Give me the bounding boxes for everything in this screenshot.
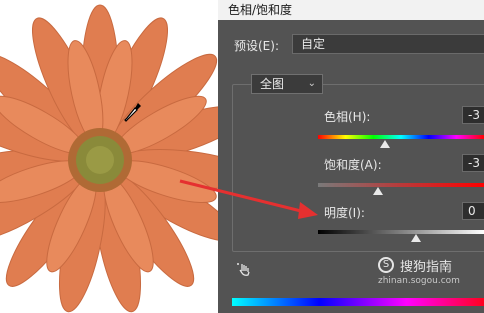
saturation-value-field[interactable]: -3 [462,154,484,172]
hand-scrubby-icon[interactable] [236,262,252,278]
sogou-logo-icon: S [378,257,394,273]
saturation-slider-track[interactable] [318,183,484,187]
saturation-slider-thumb[interactable] [373,187,383,195]
hue-value-field[interactable]: -3 [462,106,484,124]
flower-image [0,4,218,313]
saturation-label: 饱和度(A): [324,158,382,172]
lightness-value: 0 [468,204,476,218]
watermark-url: zhinan.sogou.com [378,276,460,286]
hue-slider-thumb[interactable] [380,140,390,148]
preset-select[interactable]: 自定 [292,34,484,54]
preset-label: 预设(E): [234,39,279,53]
hue-label: 色相(H): [324,110,371,124]
lightness-slider-track[interactable] [318,230,484,234]
eyedropper-icon [124,103,141,122]
hue-slider-track[interactable] [318,135,484,139]
hue-saturation-dialog: 色相/饱和度 预设(E): 自定 全图 ⌄ 色相(H): -3 饱和度(A): … [218,0,484,313]
dialog-title: 色相/饱和度 [218,0,484,20]
saturation-value: -3 [468,156,480,170]
channel-select[interactable]: 全图 ⌄ [251,74,323,94]
lightness-label: 明度(I): [324,206,365,220]
image-canvas[interactable] [0,0,218,313]
hue-value: -3 [468,108,480,122]
preset-value: 自定 [301,37,326,51]
color-spectrum-bar [232,298,484,306]
lightness-value-field[interactable]: 0 [462,202,484,220]
watermark-brand: 搜狗指南 [400,260,453,275]
channel-value: 全图 [260,77,285,91]
lightness-slider-thumb[interactable] [411,234,421,242]
chevron-down-icon: ⌄ [307,78,316,89]
